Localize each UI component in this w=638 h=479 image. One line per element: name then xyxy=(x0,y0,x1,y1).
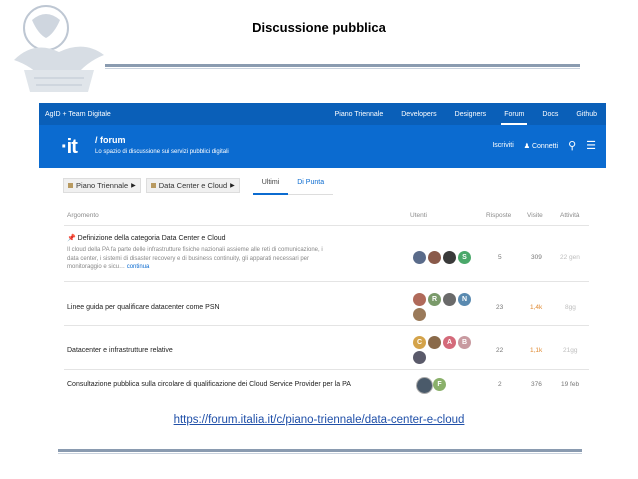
replies-count: 5 xyxy=(498,254,502,261)
avatar[interactable]: N xyxy=(458,293,471,306)
col-utenti: Utenti xyxy=(410,212,427,219)
nav-designers[interactable]: Designers xyxy=(446,103,496,125)
top-divider xyxy=(105,64,580,67)
avatar[interactable]: S xyxy=(458,251,471,264)
avatar[interactable] xyxy=(413,308,426,321)
subcategory-color-swatch xyxy=(150,183,156,188)
topic-title[interactable]: Consultazione pubblica sulla circolare d… xyxy=(67,381,351,388)
continue-link[interactable]: continua xyxy=(127,264,150,270)
avatar[interactable] xyxy=(413,293,426,306)
bottom-divider-thin xyxy=(58,453,582,454)
top-navbar: AgID + Team Digitale Piano Triennale Dev… xyxy=(39,103,606,125)
topic-excerpt-text: monitoraggio e sicu… xyxy=(67,264,126,270)
forum-title[interactable]: / forum xyxy=(95,135,126,145)
subcategory-dropdown[interactable]: Data Center e Cloud ▶ xyxy=(145,178,240,193)
it-logo[interactable]: ·it xyxy=(61,136,78,159)
brand-link[interactable]: AgID + Team Digitale xyxy=(39,111,326,118)
views-count: 1,4k xyxy=(530,304,543,311)
avatar[interactable] xyxy=(443,251,456,264)
col-argomento[interactable]: Argomento xyxy=(67,212,99,219)
slide-title: Discussione pubblica xyxy=(252,20,386,35)
topic-excerpt-line: Il cloud della PA fa parte delle infrast… xyxy=(67,247,323,253)
replies-count: 22 xyxy=(496,347,504,354)
caret-right-icon: ▶ xyxy=(230,183,235,189)
bottom-divider xyxy=(58,449,582,452)
header-actions: Iscriviti ♟ Connetti ⚲ ☰ xyxy=(492,139,596,152)
avatar[interactable] xyxy=(428,251,441,264)
forum-header: ·it / forum Lo spazio di discussione sui… xyxy=(39,125,606,168)
topic-excerpt-line: data center, i sistemi di disaster recov… xyxy=(67,255,310,262)
avatar[interactable] xyxy=(413,351,426,364)
forum-subtitle: Lo spazio di discussione sui servizi pub… xyxy=(95,149,229,155)
category-dropdown[interactable]: Piano Triennale ▶ xyxy=(63,178,141,193)
menu-icon[interactable]: ☰ xyxy=(586,139,596,152)
col-visite[interactable]: Visite xyxy=(527,212,543,219)
nav-developers[interactable]: Developers xyxy=(392,103,445,125)
topic-title[interactable]: Linee guida per qualificare datacenter c… xyxy=(67,304,220,311)
caret-right-icon: ▶ xyxy=(131,183,136,189)
activity-time[interactable]: 21gg xyxy=(563,347,577,354)
top-divider-thin xyxy=(105,68,580,69)
user-icon: ♟ xyxy=(523,142,531,150)
activity-time[interactable]: 8gg xyxy=(565,304,576,311)
divider xyxy=(64,281,589,282)
category-color-swatch xyxy=(68,183,73,188)
avatar[interactable]: C xyxy=(413,336,426,349)
nav-docs[interactable]: Docs xyxy=(533,103,567,125)
nav-forum[interactable]: Forum xyxy=(495,103,533,125)
pin-icon: 📌 xyxy=(67,235,76,242)
topic-title[interactable]: Datacenter e infrastrutture relative xyxy=(67,347,173,354)
col-risposte[interactable]: Risposte xyxy=(486,212,511,219)
avatar[interactable]: F xyxy=(433,378,446,391)
avatar[interactable]: A xyxy=(443,336,456,349)
avatar[interactable] xyxy=(416,377,433,394)
avatar[interactable] xyxy=(428,336,441,349)
divider xyxy=(64,369,589,370)
divider xyxy=(64,225,589,226)
views-count: 1,1k xyxy=(530,347,543,354)
nav-github[interactable]: Github xyxy=(567,103,606,125)
topic-tabs: Ultimi Di Punta xyxy=(252,176,334,195)
lion-seal-logo xyxy=(14,5,104,92)
nav-piano-triennale[interactable]: Piano Triennale xyxy=(326,103,393,125)
topic-title-text: Definizione della categoria Data Center … xyxy=(77,235,226,242)
filter-bar: Piano Triennale ▶ Data Center e Cloud ▶ … xyxy=(63,176,334,195)
avatar[interactable]: R xyxy=(428,293,441,306)
avatar[interactable] xyxy=(413,251,426,264)
login-button[interactable]: ♟ Connetti xyxy=(524,142,558,150)
avatar[interactable]: B xyxy=(458,336,471,349)
avatar[interactable] xyxy=(443,293,456,306)
topic-excerpt-line: monitoraggio e sicu… continua xyxy=(67,263,402,271)
subcategory-label: Data Center e Cloud xyxy=(158,181,228,190)
replies-count: 2 xyxy=(498,381,502,388)
views-count: 309 xyxy=(531,254,542,261)
category-label: Piano Triennale xyxy=(76,181,129,190)
activity-time[interactable]: 19 feb xyxy=(561,381,579,388)
tab-ultimi[interactable]: Ultimi xyxy=(252,176,289,195)
divider xyxy=(64,325,589,326)
search-icon[interactable]: ⚲ xyxy=(568,139,576,152)
source-url-link[interactable]: https://forum.italia.it/c/piano-triennal… xyxy=(0,414,638,426)
topic-title[interactable]: 📌 Definizione della categoria Data Cente… xyxy=(67,234,226,242)
views-count: 376 xyxy=(531,381,542,388)
login-label: Connetti xyxy=(531,142,559,150)
col-attivita[interactable]: Attività xyxy=(560,212,580,219)
tab-di-punta[interactable]: Di Punta xyxy=(288,176,334,195)
signup-button[interactable]: Iscriviti xyxy=(492,142,513,149)
activity-time[interactable]: 22 gen xyxy=(560,254,580,261)
forum-screenshot: AgID + Team Digitale Piano Triennale Dev… xyxy=(39,103,606,405)
replies-count: 23 xyxy=(496,304,504,311)
